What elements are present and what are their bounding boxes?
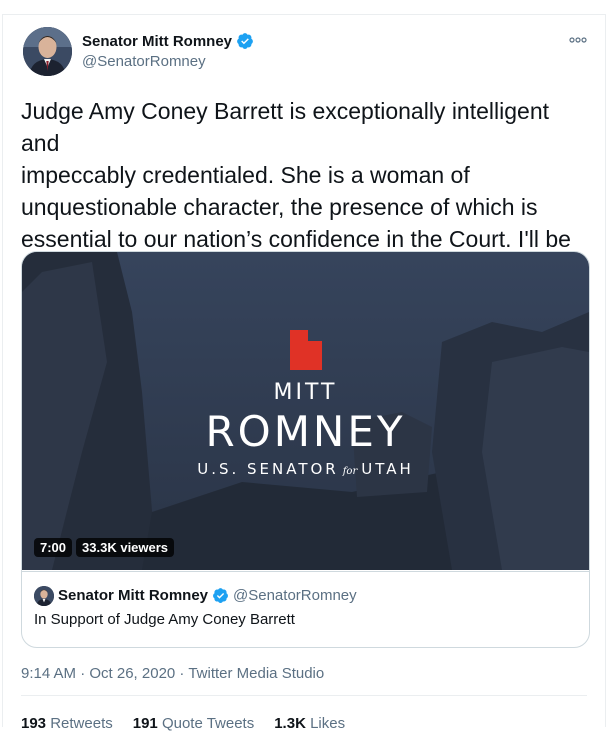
embed-author-name[interactable]: Senator Mitt Romney	[58, 587, 208, 604]
video-player[interactable]: MITT ROMNEY U.S. SENATOR for UTAH 7:00 33.…	[22, 252, 589, 570]
more-options-button[interactable]	[569, 33, 587, 45]
quote-tweets-label: Quote Tweets	[161, 715, 255, 732]
video-duration: 7:00	[34, 538, 73, 557]
more-options-icon	[569, 37, 587, 43]
retweets-count: 193	[21, 715, 47, 732]
logo-first-name: MITT	[273, 380, 338, 405]
embed-author-handle[interactable]: @SenatorRomney	[233, 587, 357, 604]
stats-divider	[21, 695, 587, 696]
likes-count: 1.3K	[274, 715, 306, 732]
avatar-photo	[23, 27, 72, 76]
author-name-row[interactable]: Senator Mitt Romney	[82, 32, 254, 50]
video-badges: 7:00 33.3K viewers	[34, 538, 175, 557]
verified-badge-icon	[237, 33, 253, 49]
video-viewers: 33.3K viewers	[76, 538, 175, 557]
embed-avatar-photo	[34, 586, 54, 606]
tweet-card: Senator Mitt Romney @SenatorRomney Judge…	[2, 14, 606, 732]
likes-stat[interactable]: 1.3K Likes	[274, 715, 345, 732]
likes-label: Likes	[310, 715, 346, 732]
logo-sub-left: U.S. SENATOR	[197, 460, 339, 478]
embed-avatar	[34, 586, 54, 606]
video-source-embed[interactable]: Senator Mitt Romney @SenatorRomney In Su…	[22, 571, 589, 647]
utah-state-icon	[289, 330, 322, 370]
logo-sub-for: for	[342, 466, 358, 477]
quote-tweets-count: 191	[132, 715, 158, 732]
tweet-stats: 193 Retweets 191 Quote Tweets 1.3K Likes	[21, 715, 345, 732]
logo-subtitle: U.S. SENATOR for UTAH	[22, 460, 589, 478]
campaign-logo: MITT ROMNEY U.S. SENATOR for UTAH	[22, 330, 589, 478]
logo-sub-right: UTAH	[361, 460, 414, 478]
embed-header: Senator Mitt Romney @SenatorRomney	[58, 587, 357, 604]
embed-description: In Support of Judge Amy Coney Barrett	[34, 611, 295, 628]
media-card: MITT ROMNEY U.S. SENATOR for UTAH 7:00 33.…	[21, 251, 590, 648]
author-handle[interactable]: @SenatorRomney	[82, 53, 206, 70]
logo-last-name: ROMNEY	[205, 407, 406, 456]
tweet-meta: 9:14 AM · Oct 26, 2020 · Twitter Media S…	[21, 665, 324, 682]
meta-separator: ·	[175, 665, 189, 682]
tweet-source[interactable]: Twitter Media Studio	[188, 665, 324, 682]
author-avatar[interactable]	[23, 27, 72, 76]
author-name[interactable]: Senator Mitt Romney	[82, 33, 232, 50]
quote-tweets-stat[interactable]: 191 Quote Tweets	[133, 715, 254, 732]
retweets-stat[interactable]: 193 Retweets	[21, 715, 113, 732]
tweet-timestamp[interactable]: 9:14 AM · Oct 26, 2020	[21, 665, 175, 682]
embed-verified-badge-icon	[213, 588, 228, 603]
retweets-label: Retweets	[50, 715, 113, 732]
